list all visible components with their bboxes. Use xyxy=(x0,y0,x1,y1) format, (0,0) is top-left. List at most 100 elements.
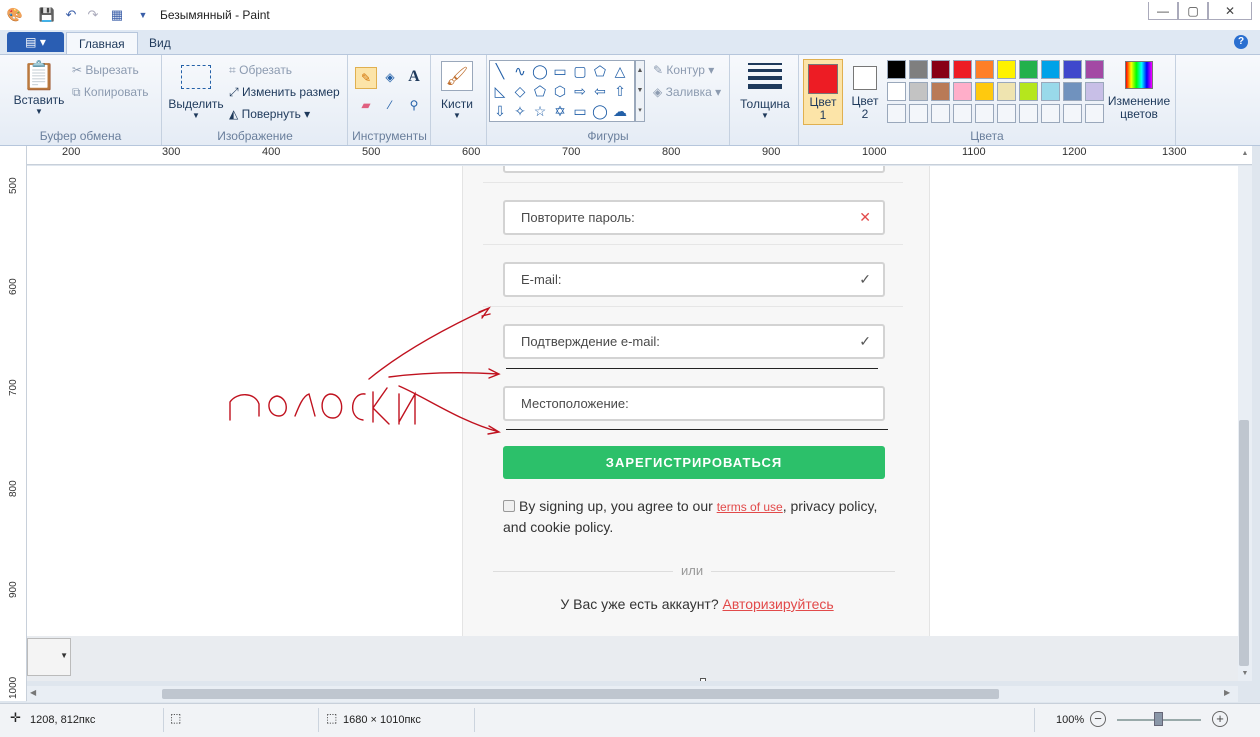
line-shape-icon[interactable]: ╲ xyxy=(492,63,508,79)
brushes-button[interactable]: 🖌 Кисти ▼ xyxy=(436,61,478,120)
scroll-up-arrow-icon[interactable]: ▲ xyxy=(1240,150,1250,157)
redo-icon[interactable]: ↷ xyxy=(84,6,102,24)
oval-shape-icon[interactable]: ◯ xyxy=(532,63,548,79)
text-tool-icon[interactable]: A xyxy=(403,67,425,89)
canvas-area[interactable]: Повторите пароль: ✕ E-mail: ✓ Подтвержде… xyxy=(27,166,1238,681)
magnifier-icon[interactable]: ⚲ xyxy=(403,95,425,117)
arrow-right-shape-icon[interactable]: ⇨ xyxy=(572,83,588,99)
shapes-scroll[interactable]: ▲ ▼ ▾ xyxy=(635,60,645,122)
palette-color-swatch[interactable] xyxy=(1063,82,1082,101)
zoom-slider-thumb[interactable] xyxy=(1154,712,1163,726)
palette-color-swatch[interactable] xyxy=(997,60,1016,79)
palette-color-swatch[interactable] xyxy=(887,60,906,79)
star6-shape-icon[interactable]: ✡ xyxy=(552,103,568,119)
palette-color-swatch[interactable] xyxy=(931,104,950,123)
tab-view[interactable]: Вид xyxy=(137,32,183,54)
callout-cloud-shape-icon[interactable]: ☁ xyxy=(612,103,628,119)
minimize-button[interactable]: — xyxy=(1148,2,1178,20)
cut-button[interactable]: ✂ Вырезать xyxy=(72,63,139,77)
palette-color-swatch[interactable] xyxy=(1041,104,1060,123)
color1-button[interactable]: Цвет 1 xyxy=(803,59,843,125)
edit-colors-button[interactable]: Изменение цветов xyxy=(1103,59,1175,121)
scroll-down-arrow-icon[interactable]: ▼ xyxy=(1240,670,1250,677)
palette-color-swatch[interactable] xyxy=(909,60,928,79)
zoom-out-button[interactable]: − xyxy=(1090,711,1106,727)
palette-color-swatch[interactable] xyxy=(953,60,972,79)
palette-color-swatch[interactable] xyxy=(1063,60,1082,79)
paste-button[interactable]: 📋 Вставить ▼ xyxy=(12,59,66,121)
arrow-up-shape-icon[interactable]: ⇧ xyxy=(612,83,628,99)
palette-color-swatch[interactable] xyxy=(975,82,994,101)
tab-home[interactable]: Главная xyxy=(66,32,138,54)
palette-color-swatch[interactable] xyxy=(887,82,906,101)
palette-color-swatch[interactable] xyxy=(887,104,906,123)
scroll-left-arrow-icon[interactable]: ◀ xyxy=(30,688,36,697)
hexagon-shape-icon[interactable]: ⬡ xyxy=(552,83,568,99)
fill-bucket-icon[interactable]: ◈ xyxy=(379,67,401,89)
copy-button[interactable]: ⧉ Копировать xyxy=(72,85,149,100)
shapes-gallery[interactable]: ╲ ∿ ◯ ▭ ▢ ⬠ △ ◺ ◇ ⬠ ⬡ ⇨ ⇦ ⇧ ⇩ ✧ ☆ ✡ ▭ ◯ … xyxy=(489,60,635,122)
rectangle-shape-icon[interactable]: ▭ xyxy=(552,63,568,79)
palette-color-swatch[interactable] xyxy=(1085,104,1104,123)
triangle-shape-icon[interactable]: △ xyxy=(612,63,628,79)
file-menu-button[interactable]: ▤ ▾ xyxy=(7,32,64,52)
fill-button[interactable]: ◈ Заливка ▾ xyxy=(653,85,721,99)
palette-color-swatch[interactable] xyxy=(1085,82,1104,101)
palette-color-swatch[interactable] xyxy=(975,104,994,123)
polygon-shape-icon[interactable]: ⬠ xyxy=(592,63,608,79)
quick-access-options-icon[interactable]: ▦ xyxy=(108,6,126,24)
crop-button[interactable]: ⌗ Обрезать xyxy=(229,63,292,78)
arrow-down-shape-icon[interactable]: ⇩ xyxy=(492,103,508,119)
resize-button[interactable]: ⤢ Изменить размер xyxy=(229,85,340,100)
palette-color-swatch[interactable] xyxy=(1085,60,1104,79)
handwritten-annotation xyxy=(229,306,501,435)
rounded-rectangle-shape-icon[interactable]: ▢ xyxy=(572,63,588,79)
drawing-canvas[interactable]: Повторите пароль: ✕ E-mail: ✓ Подтвержде… xyxy=(27,166,1238,636)
palette-color-swatch[interactable] xyxy=(909,82,928,101)
palette-color-swatch[interactable] xyxy=(1063,104,1082,123)
help-icon[interactable]: ? xyxy=(1234,35,1248,49)
arrow-to-confirm-separator xyxy=(388,368,501,379)
palette-color-swatch[interactable] xyxy=(975,60,994,79)
palette-color-swatch[interactable] xyxy=(953,104,972,123)
vertical-scroll-thumb[interactable] xyxy=(1239,420,1249,666)
arrow-left-shape-icon[interactable]: ⇦ xyxy=(592,83,608,99)
select-button[interactable]: Выделить ▼ xyxy=(167,61,225,120)
diamond-shape-icon[interactable]: ◇ xyxy=(512,83,528,99)
star4-shape-icon[interactable]: ✧ xyxy=(512,103,528,119)
curve-shape-icon[interactable]: ∿ xyxy=(512,63,528,79)
palette-color-swatch[interactable] xyxy=(997,82,1016,101)
color-picker-icon[interactable]: ⁄ xyxy=(379,95,401,117)
outline-button[interactable]: ✎ Контур ▾ xyxy=(653,63,714,77)
palette-color-swatch[interactable] xyxy=(1041,60,1060,79)
canvas-resize-handle[interactable] xyxy=(700,678,706,681)
palette-color-swatch[interactable] xyxy=(1019,82,1038,101)
zoom-in-button[interactable]: + xyxy=(1212,711,1228,727)
horizontal-scroll-thumb[interactable] xyxy=(162,689,999,699)
save-icon[interactable]: 💾 xyxy=(38,6,56,24)
pencil-icon[interactable]: ✎ xyxy=(355,67,377,89)
palette-color-swatch[interactable] xyxy=(1041,82,1060,101)
palette-color-swatch[interactable] xyxy=(931,82,950,101)
palette-color-swatch[interactable] xyxy=(909,104,928,123)
cursor-position-icon: ✛ xyxy=(10,710,21,725)
right-triangle-shape-icon[interactable]: ◺ xyxy=(492,83,508,99)
palette-color-swatch[interactable] xyxy=(997,104,1016,123)
color2-button[interactable]: Цвет 2 xyxy=(847,59,883,125)
scroll-right-arrow-icon[interactable]: ▶ xyxy=(1224,688,1230,697)
eraser-icon[interactable]: ▰ xyxy=(355,95,377,117)
callout-oval-shape-icon[interactable]: ◯ xyxy=(592,103,608,119)
pentagon-shape-icon[interactable]: ⬠ xyxy=(532,83,548,99)
callout-rect-shape-icon[interactable]: ▭ xyxy=(572,103,588,119)
customize-toolbar-icon[interactable]: ▼ xyxy=(134,6,152,24)
palette-color-swatch[interactable] xyxy=(1019,104,1038,123)
thickness-button[interactable]: Толщина ▼ xyxy=(736,61,794,120)
palette-color-swatch[interactable] xyxy=(953,82,972,101)
palette-color-swatch[interactable] xyxy=(1019,60,1038,79)
undo-icon[interactable]: ↶ xyxy=(62,6,80,24)
star5-shape-icon[interactable]: ☆ xyxy=(532,103,548,119)
rotate-button[interactable]: ◭ Повернуть ▾ xyxy=(229,107,310,121)
close-button[interactable]: ✕ xyxy=(1208,2,1252,20)
maximize-button[interactable]: ▢ xyxy=(1178,2,1208,20)
palette-color-swatch[interactable] xyxy=(931,60,950,79)
